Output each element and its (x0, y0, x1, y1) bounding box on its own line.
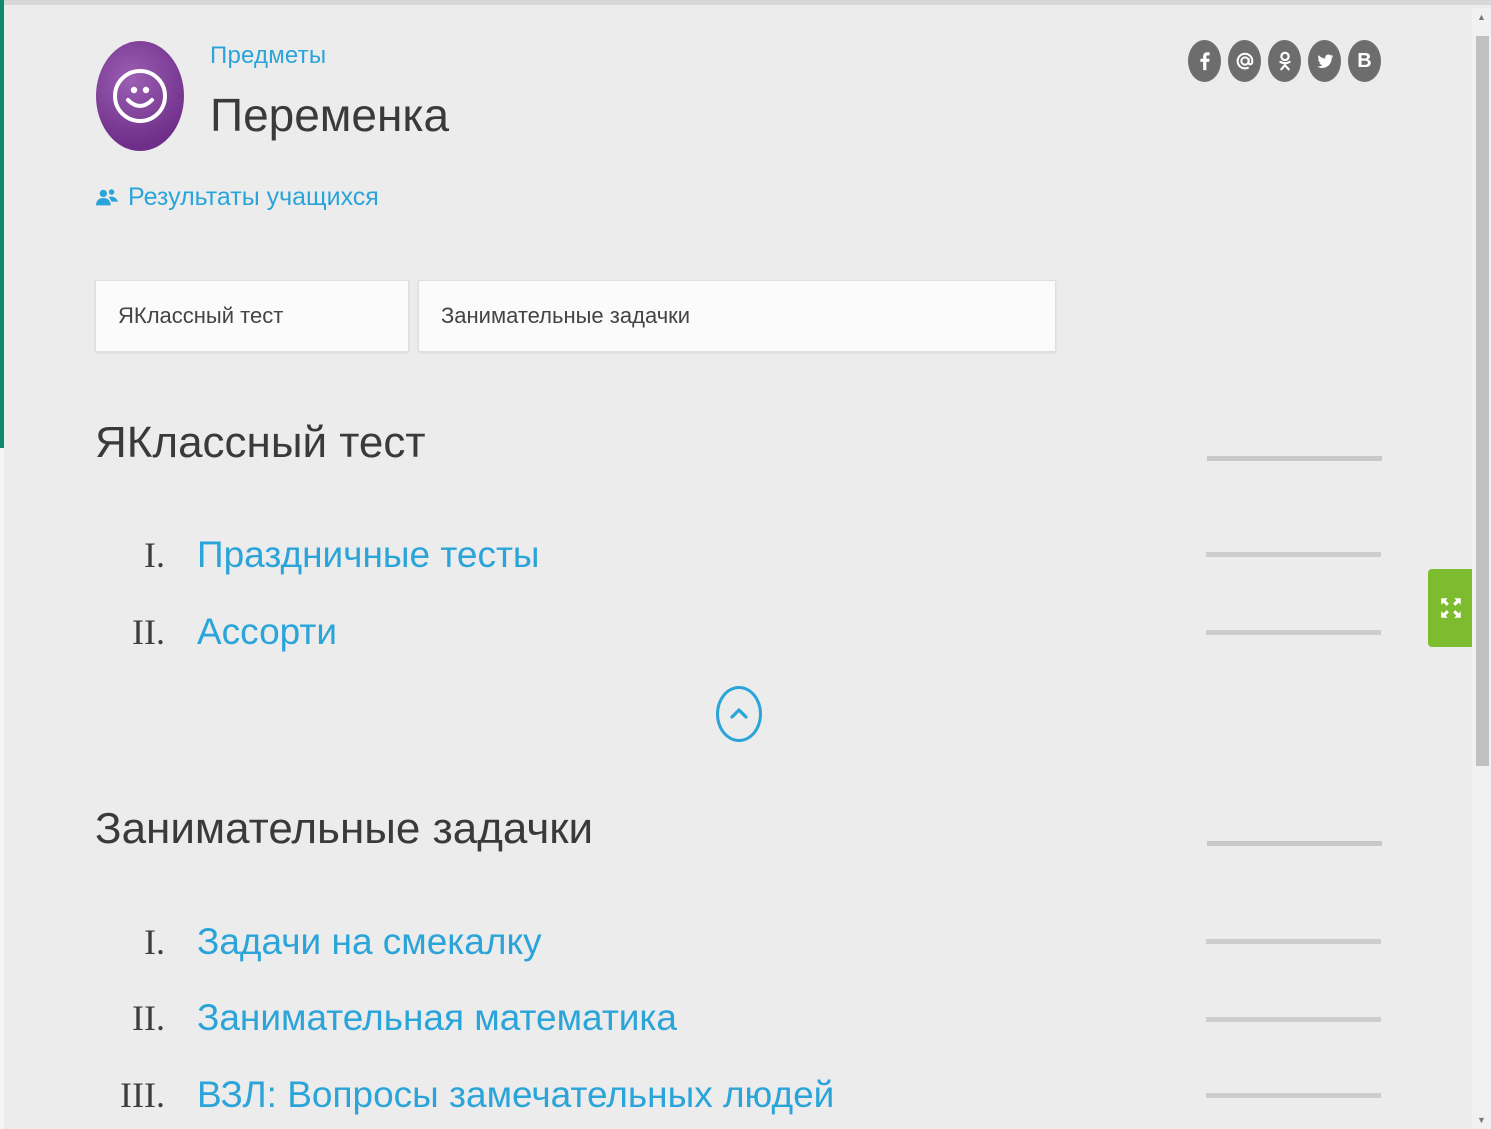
topic-link[interactable]: ВЗЛ: Вопросы замечательных людей (197, 1074, 834, 1116)
list-item: I. Праздничные тесты (110, 530, 1210, 580)
student-results-label: Результаты учащихся (128, 183, 379, 211)
item-number: I. (144, 922, 165, 962)
social-share-bar: B (1188, 40, 1381, 82)
left-accent-bar (0, 0, 4, 448)
page-title: Переменка (210, 89, 450, 141)
breadcrumb-subjects[interactable]: Предметы (210, 42, 326, 70)
item-progress-bar (1206, 630, 1381, 635)
tab-yaklassny-test[interactable]: ЯКлассный тест (95, 280, 409, 352)
users-icon (96, 188, 118, 205)
subject-logo[interactable] (96, 41, 184, 151)
section-tabs: ЯКлассный тест Занимательные задачки (95, 280, 1056, 352)
smiley-icon (113, 69, 167, 123)
vkontakte-glyph: B (1357, 49, 1372, 72)
item-progress-bar (1206, 939, 1381, 944)
item-progress-bar (1206, 552, 1381, 557)
item-progress-bar (1206, 1093, 1381, 1098)
list-item: II. Ассорти (110, 607, 1210, 657)
student-results-link[interactable]: Результаты учащихся (96, 183, 379, 212)
section-title: ЯКлассный тест (95, 418, 426, 467)
item-number: I. (144, 535, 165, 575)
mail-icon[interactable] (1228, 40, 1261, 82)
scroll-up-arrow-icon[interactable]: ▲ (1472, 8, 1491, 26)
list-item: I. Задачи на смекалку (110, 917, 1210, 967)
top-border (0, 0, 1491, 5)
vkontakte-icon[interactable]: B (1348, 40, 1381, 82)
item-number: II. (132, 998, 165, 1038)
item-progress-bar (1206, 1017, 1381, 1022)
list-item: II. Занимательная математика (110, 993, 1210, 1043)
scroll-down-arrow-icon[interactable]: ▼ (1472, 1111, 1491, 1129)
topic-link[interactable]: Занимательная математика (197, 997, 677, 1039)
topic-link[interactable]: Праздничные тесты (197, 534, 540, 576)
topic-link[interactable]: Задачи на смекалку (197, 921, 542, 963)
item-number: III. (120, 1075, 165, 1115)
tab-zanimatelnye-zadachki[interactable]: Занимательные задачки (418, 280, 1056, 352)
fullscreen-button[interactable] (1428, 569, 1473, 647)
left-edge (0, 448, 4, 1129)
section-title: Занимательные задачки (95, 804, 594, 853)
twitter-icon[interactable] (1308, 40, 1341, 82)
scroll-top-button[interactable] (716, 686, 762, 742)
chevron-up-icon (730, 708, 748, 719)
facebook-icon[interactable] (1188, 40, 1221, 82)
list-item: III. ВЗЛ: Вопросы замечательных людей (110, 1070, 1210, 1120)
vertical-scrollbar[interactable]: ▲ ▼ (1472, 8, 1491, 1129)
section-progress-bar (1207, 456, 1382, 461)
odnoklassniki-icon[interactable] (1268, 40, 1301, 82)
topic-link[interactable]: Ассорти (197, 611, 337, 653)
expand-icon (1440, 598, 1461, 618)
section-progress-bar (1207, 841, 1382, 846)
scrollbar-thumb[interactable] (1476, 36, 1489, 766)
item-number: II. (132, 612, 165, 652)
